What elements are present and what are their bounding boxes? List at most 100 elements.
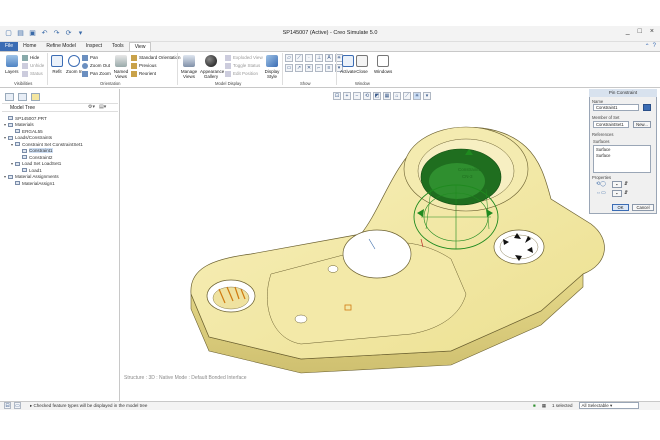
3d-notes-icon[interactable]: ≡ (325, 64, 333, 72)
windows-button[interactable]: Windows (374, 55, 392, 74)
pan-zoom-button[interactable]: Pan Zoom (82, 71, 111, 77)
axis-tags-icon[interactable]: ↗ (295, 64, 303, 72)
tree-node-icon (8, 122, 13, 127)
standard-orientation-button[interactable]: Standard Orientation (131, 55, 181, 61)
plane-tags-icon[interactable]: ▭ (285, 64, 293, 72)
ribbon-separator (282, 53, 283, 85)
coordinate-systems-icon[interactable]: ⊥ (315, 54, 323, 62)
member-of-set-select[interactable]: ConstraintSet1 (593, 121, 629, 128)
hide-button[interactable]: Hide (22, 55, 39, 61)
datum-planes-icon[interactable]: ▱ (285, 54, 293, 62)
zoom-out-button[interactable]: Zoom Out (82, 63, 110, 69)
previous-button[interactable]: Previous (131, 63, 157, 69)
zoom-out-icon (82, 63, 88, 69)
repaint-icon[interactable]: ⟲ (363, 92, 371, 100)
member-of-set-label: Member of Set (592, 115, 620, 120)
minimize-button[interactable]: _ (626, 28, 630, 35)
tab-home[interactable]: Home (18, 42, 41, 51)
named-views-button[interactable]: Named Views (112, 55, 130, 79)
pan-button[interactable]: Pan (82, 55, 98, 61)
refit-button[interactable]: Refit (51, 55, 63, 74)
tree-expander-icon[interactable]: ▾ (3, 135, 7, 140)
refit-icon (51, 55, 63, 67)
edit-position-button[interactable]: Edit Position (225, 71, 258, 77)
tree-expander-icon[interactable]: ▾ (10, 142, 14, 147)
tree-item-label: Load Set LoadSet1 (22, 161, 62, 167)
name-input[interactable]: Constraint1 (593, 104, 639, 111)
show-navigator-icon[interactable]: ⊟ (4, 402, 11, 409)
zoom-in-icon[interactable]: + (343, 92, 351, 100)
tree-expander-icon[interactable]: ▾ (3, 122, 7, 127)
tab-view[interactable]: View (128, 42, 152, 51)
manage-views-button[interactable]: Manage Views (180, 55, 198, 79)
layers-button[interactable]: Layers (5, 55, 19, 74)
toggle-status-button[interactable]: Toggle Status (225, 63, 260, 69)
rotation-fixed-toggle[interactable]: ▪ (612, 181, 622, 188)
datum-points-icon[interactable]: ∙ (305, 54, 313, 62)
translation-fixed-toggle[interactable]: ▪ (612, 190, 622, 197)
reorient-button[interactable]: Reorient (131, 71, 156, 77)
spin-center-icon[interactable]: ✳ (413, 92, 421, 100)
cancel-button[interactable]: Cancel (632, 204, 654, 211)
zoom-in-icon (68, 55, 81, 67)
tree-expander-icon[interactable]: ▾ (3, 174, 7, 179)
exploded-view-icon (225, 55, 231, 61)
zoom-in-button[interactable]: Zoom In (66, 55, 83, 74)
status-button[interactable]: Status (22, 71, 43, 77)
tree-item-label: ERGAL55 (22, 128, 43, 134)
model-tree-tab-icon[interactable] (5, 93, 14, 101)
csys-tags-icon[interactable]: ⌐ (315, 64, 323, 72)
favorites-tab-icon[interactable] (31, 93, 40, 101)
datum-display-icon[interactable]: ⟋ (403, 92, 411, 100)
annotation-display-icon[interactable]: ▾ (423, 92, 431, 100)
tab-inspect[interactable]: Inspect (81, 42, 107, 51)
show-browser-icon[interactable]: ▭ (14, 402, 21, 409)
hide-icon (22, 55, 28, 61)
new-set-button[interactable]: New... (633, 121, 651, 128)
activate-button[interactable]: Activate (340, 55, 356, 74)
tree-expander-icon[interactable]: ▾ (10, 161, 14, 166)
rotation-spin-icon[interactable]: ⇵ (624, 181, 628, 187)
ok-button[interactable]: OK (612, 204, 629, 211)
tree-item[interactable]: MaterialAssign1 (3, 180, 83, 187)
references-list[interactable]: Surface Surface (593, 145, 651, 173)
unhide-button[interactable]: Unhide (22, 63, 44, 69)
view-manager-icon[interactable]: ▦ (383, 92, 391, 100)
zoom-out-icon[interactable]: − (353, 92, 361, 100)
close-button[interactable]: × (650, 28, 654, 35)
refit-icon[interactable]: ⊡ (333, 92, 341, 100)
display-style-icon[interactable]: ◩ (373, 92, 381, 100)
tab-refine-model[interactable]: Refine Model (41, 42, 80, 51)
display-style-button[interactable]: Display Style (263, 55, 281, 79)
selection-filter-icon[interactable]: ▦ (542, 403, 546, 409)
translation-spin-icon[interactable]: ⇵ (624, 190, 628, 196)
folder-browser-tab-icon[interactable] (18, 93, 27, 101)
datum-axes-icon[interactable]: ⟋ (295, 54, 303, 62)
reference-item[interactable]: Surface (596, 153, 648, 159)
point-tags-icon[interactable]: ✕ (305, 64, 313, 72)
manage-views-icon (183, 55, 195, 67)
graphics-viewport[interactable] (121, 89, 660, 401)
tree-settings-icon[interactable]: ⚙▾ (88, 104, 95, 110)
tab-tools[interactable]: Tools (107, 42, 129, 51)
color-picker-icon[interactable] (643, 104, 651, 111)
activate-window-icon (342, 55, 354, 67)
tab-file[interactable]: File (0, 42, 19, 51)
window-controls: _ □ × (626, 28, 654, 35)
tree-item-label: Materials (15, 122, 34, 128)
appearance-sphere-icon (205, 55, 217, 67)
named-views-icon[interactable]: ⌂ (393, 92, 401, 100)
help-icon[interactable]: ? (653, 43, 656, 50)
tree-filters-icon[interactable]: ▤▾ (99, 104, 106, 110)
maximize-button[interactable]: □ (638, 28, 642, 35)
appearance-gallery-button[interactable]: Appearance Gallery (200, 55, 224, 79)
close-window-button[interactable]: Close (356, 55, 368, 74)
constraint-tag: Constraint1 (458, 167, 482, 172)
exploded-view-button[interactable]: Exploded View (225, 55, 263, 61)
tree-item-label: Loads/Constraints (15, 135, 53, 141)
tree-item-label: Load1 (29, 167, 42, 173)
selection-filter-select[interactable]: All Selectable ▾ (578, 402, 639, 409)
annotations-icon[interactable]: A (325, 54, 333, 62)
minimize-ribbon-icon[interactable]: ⌃ (645, 43, 650, 50)
model-tree-title: Model Tree (10, 105, 36, 111)
